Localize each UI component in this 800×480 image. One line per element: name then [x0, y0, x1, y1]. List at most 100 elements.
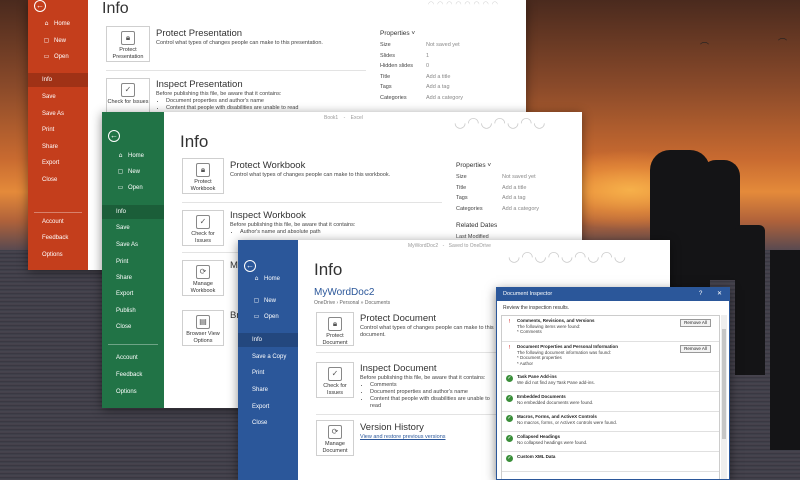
- sidebar-item-label: Share: [116, 275, 133, 281]
- help-icon[interactable]: ?: [699, 288, 702, 301]
- sidebar-item-share[interactable]: Share: [28, 140, 88, 154]
- back-arrow-icon[interactable]: ←: [108, 130, 120, 142]
- sidebar-item-save[interactable]: Save: [102, 221, 164, 235]
- sidebar-item-export[interactable]: Export: [102, 287, 164, 301]
- property-value[interactable]: Add a category: [426, 95, 463, 101]
- properties-heading[interactable]: Properties ˅: [456, 162, 491, 169]
- sidebar-item-new[interactable]: ▢ New: [28, 34, 88, 48]
- manage-document-button[interactable]: ⟳ Manage Document: [316, 420, 354, 456]
- sidebar-item-save-as[interactable]: Save As: [28, 107, 88, 121]
- sidebar-item-close[interactable]: Close: [28, 173, 88, 187]
- protect-document-button[interactable]: 🔒︎ Protect Document: [316, 312, 354, 346]
- property-value[interactable]: Add a title: [502, 185, 526, 191]
- sidebar-item-label: Feedback: [42, 235, 69, 241]
- protect-heading: Protect Document: [360, 313, 437, 324]
- protect-description: Control what types of changes people can…: [230, 172, 391, 178]
- properties-heading[interactable]: Properties ˅: [380, 30, 415, 37]
- sidebar-item-feedback[interactable]: Feedback: [102, 368, 164, 382]
- property-value[interactable]: Add a tag: [502, 195, 526, 201]
- property-value[interactable]: Add a title: [426, 74, 450, 80]
- check-icon: ✓: [506, 435, 513, 442]
- sidebar-item-print[interactable]: Print: [28, 123, 88, 137]
- property-value[interactable]: Add a category: [502, 206, 539, 212]
- browser-view-options-button[interactable]: ▤ Browser View Options: [182, 310, 224, 346]
- property-label: Categories: [380, 94, 407, 101]
- sidebar-item-home[interactable]: ⌂ Home: [102, 149, 164, 163]
- sidebar-item-home[interactable]: ⌂ Home: [238, 272, 298, 286]
- protect-description: Control what types of changes people can…: [156, 40, 323, 46]
- sidebar-item-save-as[interactable]: Save As: [102, 238, 164, 252]
- result-detail: * Author: [517, 360, 534, 366]
- sidebar-item-label: Home: [128, 153, 145, 159]
- check-for-issues-button[interactable]: ✓ Check for Issues: [316, 362, 354, 398]
- sidebar-item-feedback[interactable]: Feedback: [28, 231, 88, 245]
- protect-workbook-button[interactable]: 🔒︎ Protect Workbook: [182, 158, 224, 194]
- check-for-issues-button[interactable]: ✓ Check for Issues: [106, 78, 150, 114]
- remove-all-button[interactable]: Remove All: [680, 319, 711, 327]
- sidebar-item-new[interactable]: ▢ New: [102, 165, 164, 179]
- sidebar-item-publish[interactable]: Publish: [102, 304, 164, 318]
- sidebar-item-close[interactable]: Close: [102, 320, 164, 334]
- manage-workbook-button[interactable]: ⟳ Manage Workbook: [182, 260, 224, 296]
- document-inspector-dialog: Document Inspector ? ✕ Review the inspec…: [496, 287, 730, 480]
- property-value[interactable]: Not saved yet: [426, 42, 460, 48]
- property-label: Hidden slides: [380, 63, 414, 69]
- property-label: Title: [380, 73, 391, 80]
- sidebar-item-export[interactable]: Export: [238, 400, 298, 414]
- results-scrollbar[interactable]: [721, 315, 727, 479]
- remove-all-button[interactable]: Remove All: [680, 345, 711, 353]
- close-icon[interactable]: ✕: [717, 288, 722, 301]
- sidebar-item-close[interactable]: Close: [238, 416, 298, 430]
- sidebar-item-home[interactable]: ⌂ Home: [28, 17, 88, 31]
- properties-panel: Properties ˅ Size Not saved yet Slides 1 Hid…: [380, 30, 520, 110]
- inspection-result-embedded-documents: ✓ Embedded Documents No embedded documents…: [502, 392, 719, 412]
- sidebar-item-label: Options: [42, 252, 63, 258]
- back-arrow-icon[interactable]: ←: [244, 260, 256, 272]
- sidebar-item-print[interactable]: Print: [102, 255, 164, 269]
- sidebar-item-account[interactable]: Account: [28, 215, 88, 229]
- sidebar-item-label: Open: [128, 185, 143, 191]
- property-value[interactable]: 1: [426, 53, 429, 59]
- check-for-issues-button[interactable]: ✓ Check for Issues: [182, 210, 224, 246]
- sidebar-item-account[interactable]: Account: [102, 351, 164, 365]
- scrollbar-thumb[interactable]: [722, 329, 726, 439]
- sidebar-item-info[interactable]: Info: [28, 73, 88, 87]
- protect-presentation-button[interactable]: 🔒︎ Protect Presentation: [106, 26, 150, 62]
- sidebar-item-new[interactable]: ▢ New: [238, 294, 298, 308]
- lock-icon: 🔒︎: [121, 31, 135, 45]
- inspect-document-icon: ✓: [196, 215, 210, 229]
- property-value[interactable]: 0: [426, 63, 429, 69]
- back-arrow-icon[interactable]: ←: [34, 0, 46, 12]
- sidebar-item-options[interactable]: Options: [28, 248, 88, 262]
- warning-icon: !: [508, 345, 511, 351]
- result-text: Custom XML Data: [517, 454, 671, 460]
- property-value[interactable]: Not saved yet: [502, 174, 536, 180]
- inspect-intro: Before publishing this file, be aware th…: [360, 375, 486, 381]
- sidebar-item-export[interactable]: Export: [28, 156, 88, 170]
- sidebar-item-share[interactable]: Share: [102, 271, 164, 285]
- sidebar-item-options[interactable]: Options: [102, 385, 164, 399]
- inspect-heading: Inspect Presentation: [156, 79, 243, 90]
- result-detail: No collapsed headings were found.: [517, 439, 588, 445]
- sidebar-item-label: Close: [116, 324, 132, 330]
- sidebar-item-info[interactable]: Info: [102, 205, 164, 219]
- sidebar-item-label: Open: [54, 54, 69, 60]
- sidebar-item-open[interactable]: ▭ Open: [28, 50, 88, 64]
- check-for-issues-button-label: Check for Issues: [323, 383, 347, 396]
- sidebar-item-share[interactable]: Share: [238, 383, 298, 397]
- sidebar-item-label: Export: [42, 160, 60, 166]
- sidebar-item-save-a-copy[interactable]: Save a Copy: [238, 350, 298, 364]
- sidebar-item-info[interactable]: Info: [238, 333, 298, 347]
- decorative-pattern: ◡◠◡◠◡◠◡◠◡: [508, 249, 627, 265]
- sidebar-item-open[interactable]: ▭ Open: [102, 181, 164, 195]
- sidebar-item-print[interactable]: Print: [238, 366, 298, 380]
- version-history-heading: Version History: [360, 422, 424, 433]
- sidebar-item-label: Info: [116, 209, 127, 215]
- property-value[interactable]: Add a tag: [426, 84, 450, 90]
- inspection-results-list: ! Comments, Revisions, and Versions The fo…: [501, 315, 720, 479]
- sidebar-item-open[interactable]: ▭ Open: [238, 310, 298, 324]
- sidebar-item-save[interactable]: Save: [28, 90, 88, 104]
- manage-heading: M: [230, 260, 238, 271]
- view-previous-versions-link[interactable]: View and restore previous versions: [360, 434, 500, 441]
- inspect-intro: Before publishing this file, be aware th…: [156, 91, 282, 97]
